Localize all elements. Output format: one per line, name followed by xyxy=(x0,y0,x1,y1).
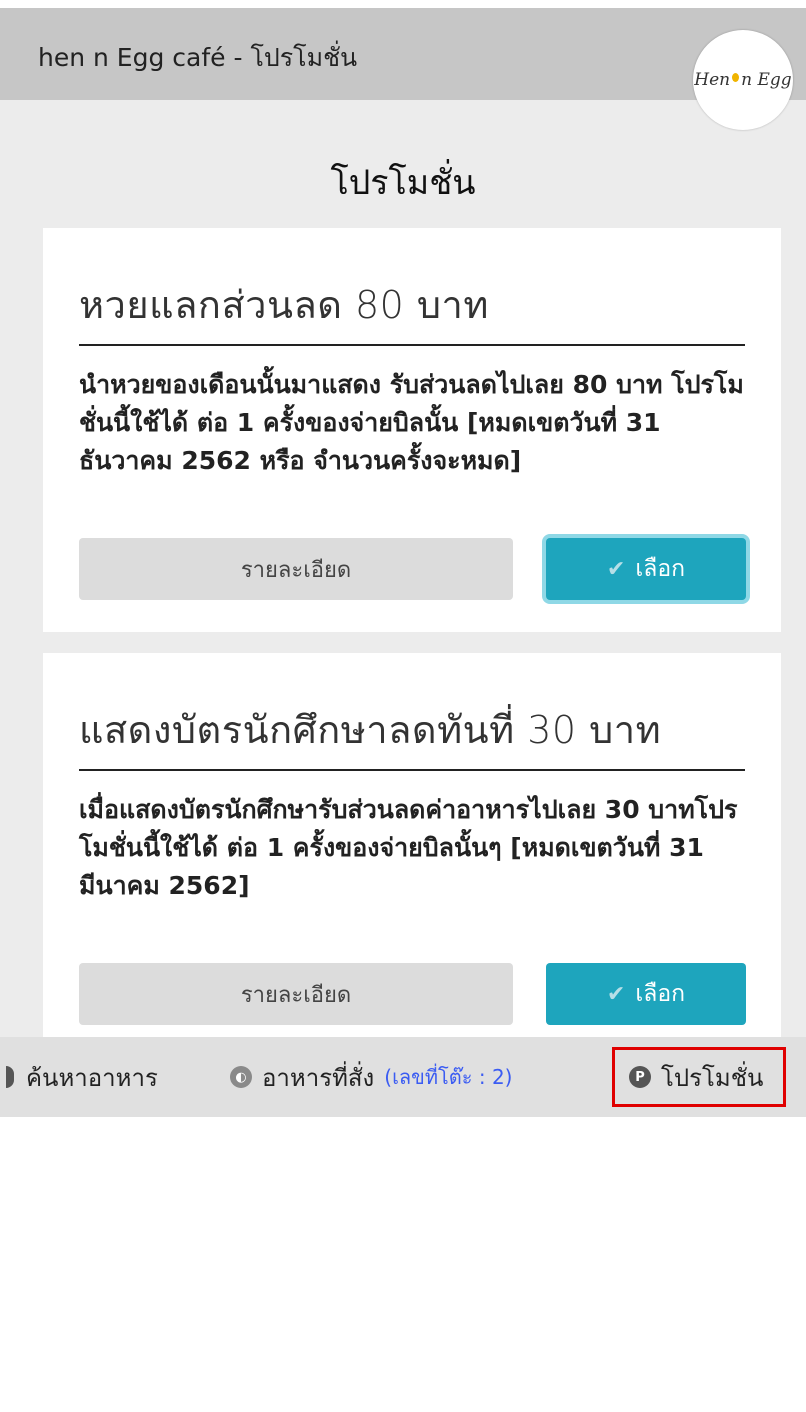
detail-button[interactable]: รายละเอียด xyxy=(79,963,513,1025)
detail-button-label: รายละเอียด xyxy=(240,557,352,583)
promo-card: แสดงบัตรนักศึกษาลดทันที่ 30 บาท เมื่อแสด… xyxy=(43,653,781,1056)
nav-orders[interactable]: ◐ อาหารที่สั่ง (เลขที่โต๊ะ : 2) xyxy=(230,1037,512,1117)
cafe-logo[interactable]: Hen n Egg xyxy=(693,30,793,130)
app-window: hen n Egg café - โปรโมชั่น Hen n Egg โปรโ… xyxy=(0,8,806,1412)
logo-text-egg: Egg xyxy=(757,70,792,90)
search-icon xyxy=(6,1066,14,1088)
promo-p-icon: P xyxy=(629,1066,651,1088)
blank-area xyxy=(0,1117,806,1412)
promo-divider xyxy=(79,769,745,771)
select-button[interactable]: ✔ เลือก xyxy=(546,538,746,600)
detail-button[interactable]: รายละเอียด xyxy=(79,538,513,600)
nav-search-label: ค้นหาอาหาร xyxy=(26,1063,158,1092)
orders-icon: ◐ xyxy=(230,1066,252,1088)
logo-text-hen: Hen xyxy=(694,70,731,90)
egg-icon xyxy=(732,72,740,82)
select-button[interactable]: ✔ เลือก xyxy=(546,963,746,1025)
app-header: hen n Egg café - โปรโมชั่น Hen n Egg xyxy=(0,8,806,130)
promo-card: หวยแลกส่วนลด 80 บาท นำหวยของเดือนนั้นมาแ… xyxy=(43,228,781,632)
logo-text-n: n xyxy=(741,70,753,90)
promo-description: เมื่อแสดงบัตรนักศึกษารับส่วนลดค่าอาหารไป… xyxy=(79,795,738,900)
nav-promo-label: โปรโมชั่น xyxy=(661,1063,764,1092)
select-button-label: เลือก xyxy=(635,556,686,582)
nav-search-food[interactable]: ค้นหาอาหาร xyxy=(6,1037,158,1117)
check-icon: ✔ xyxy=(606,556,626,582)
page-title: โปรโมชั่น xyxy=(330,163,476,203)
nav-orders-label: อาหารที่สั่ง xyxy=(262,1063,375,1092)
promo-divider xyxy=(79,344,745,346)
promo-title: แสดงบัตรนักศึกษาลดทันที่ 30 บาท xyxy=(79,708,662,752)
detail-button-label: รายละเอียด xyxy=(240,982,352,1008)
check-icon: ✔ xyxy=(606,981,626,1007)
bottom-nav: ค้นหาอาหาร ◐ อาหารที่สั่ง (เลขที่โต๊ะ : … xyxy=(0,1037,806,1117)
header-title: hen n Egg café - โปรโมชั่น xyxy=(38,43,358,72)
promo-description: นำหวยของเดือนนั้นมาแสดง รับส่วนลดไปเลย 8… xyxy=(79,370,744,475)
table-number-note: (เลขที่โต๊ะ : 2) xyxy=(384,1065,513,1089)
select-button-label: เลือก xyxy=(635,981,686,1007)
promo-title: หวยแลกส่วนลด 80 บาท xyxy=(79,283,489,327)
nav-promotions[interactable]: P โปรโมชั่น xyxy=(612,1047,786,1107)
